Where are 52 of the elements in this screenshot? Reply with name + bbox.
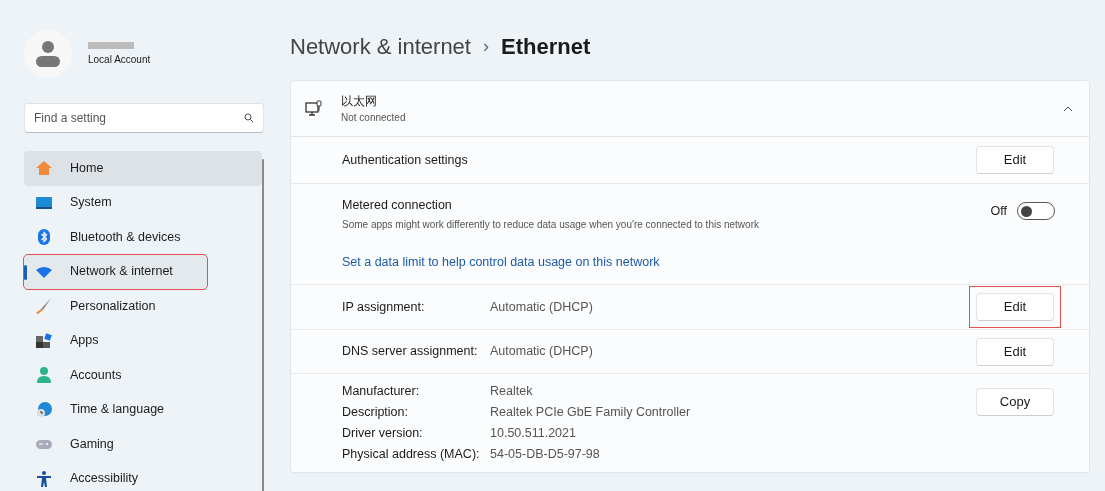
detail-value: Realtek PCIe GbE Family Controller [490, 404, 691, 421]
setting-label: IP assignment: [342, 298, 426, 316]
setting-value: Automatic (DHCP) [490, 343, 593, 361]
data-limit-link[interactable]: Set a data limit to help control data usage on this network [342, 252, 1061, 272]
selection-indicator [24, 264, 27, 280]
person-silhouette-icon [35, 40, 61, 68]
nav-item[interactable]: Accounts [24, 358, 262, 393]
adapter-name: 以太网 [341, 93, 378, 110]
blurred-username [88, 41, 134, 49]
adapter-status: Not connected [341, 111, 406, 125]
breadcrumb-separator: › [482, 34, 489, 58]
setting-label: Metered connection [342, 197, 453, 214]
adapter-header[interactable]: 以太网 Not connected [291, 81, 1089, 137]
action-button[interactable]: Edit [976, 146, 1054, 174]
accessibility-icon [35, 469, 53, 488]
nav-item[interactable]: Time & language [24, 392, 262, 427]
apps-icon [35, 331, 53, 350]
detail-value: 54-05-DB-D5-97-98 [490, 446, 601, 463]
setting-label: DNS server assignment: [342, 343, 479, 361]
account-type: Local Account [88, 52, 151, 67]
page-title: Ethernet [500, 32, 591, 61]
detail-label: Manufacturer: [342, 383, 421, 400]
globe-clock-icon [35, 400, 53, 419]
bluetooth-icon [35, 228, 53, 247]
toggle-switch[interactable] [1017, 202, 1055, 221]
nav-item[interactable]: System [24, 185, 262, 220]
detail-label: Description: [342, 404, 409, 421]
detail-label: Physical address (MAC): [342, 446, 481, 463]
setting-description: Some apps might work differently to reduce data usage when you're connected to this network [342, 217, 759, 232]
action-button[interactable]: Copy [976, 388, 1054, 416]
nav-item[interactable]: Network & internet [24, 254, 207, 289]
setting-value: Automatic (DHCP) [490, 298, 593, 316]
action-button[interactable]: Edit [976, 293, 1054, 321]
home-icon [35, 159, 53, 178]
nav-item[interactable]: Bluetooth & devices [24, 220, 262, 255]
nav-item[interactable]: Apps [24, 323, 262, 358]
detail-label: Driver version: [342, 425, 424, 442]
search-icon [244, 113, 254, 123]
breadcrumb-link[interactable]: Network & internet [290, 29, 471, 63]
search-field[interactable]: Find a setting [24, 103, 264, 133]
person-icon [35, 366, 53, 385]
nav-item[interactable]: Personalization [24, 289, 262, 324]
detail-value: Realtek [490, 383, 534, 400]
nav-item[interactable]: Home [24, 151, 262, 186]
nav-item[interactable]: Accessibility [24, 461, 262, 491]
nav-item[interactable]: Gaming [24, 427, 262, 462]
toggle-state-text: Off [990, 203, 1007, 220]
chevron-icon [1063, 105, 1073, 112]
action-button[interactable]: Edit [976, 337, 1054, 366]
detail-value: 10.50.511.2021 [490, 425, 577, 442]
setting-label: Authentication settings [342, 151, 468, 169]
ethernet-pc-icon [305, 99, 323, 118]
